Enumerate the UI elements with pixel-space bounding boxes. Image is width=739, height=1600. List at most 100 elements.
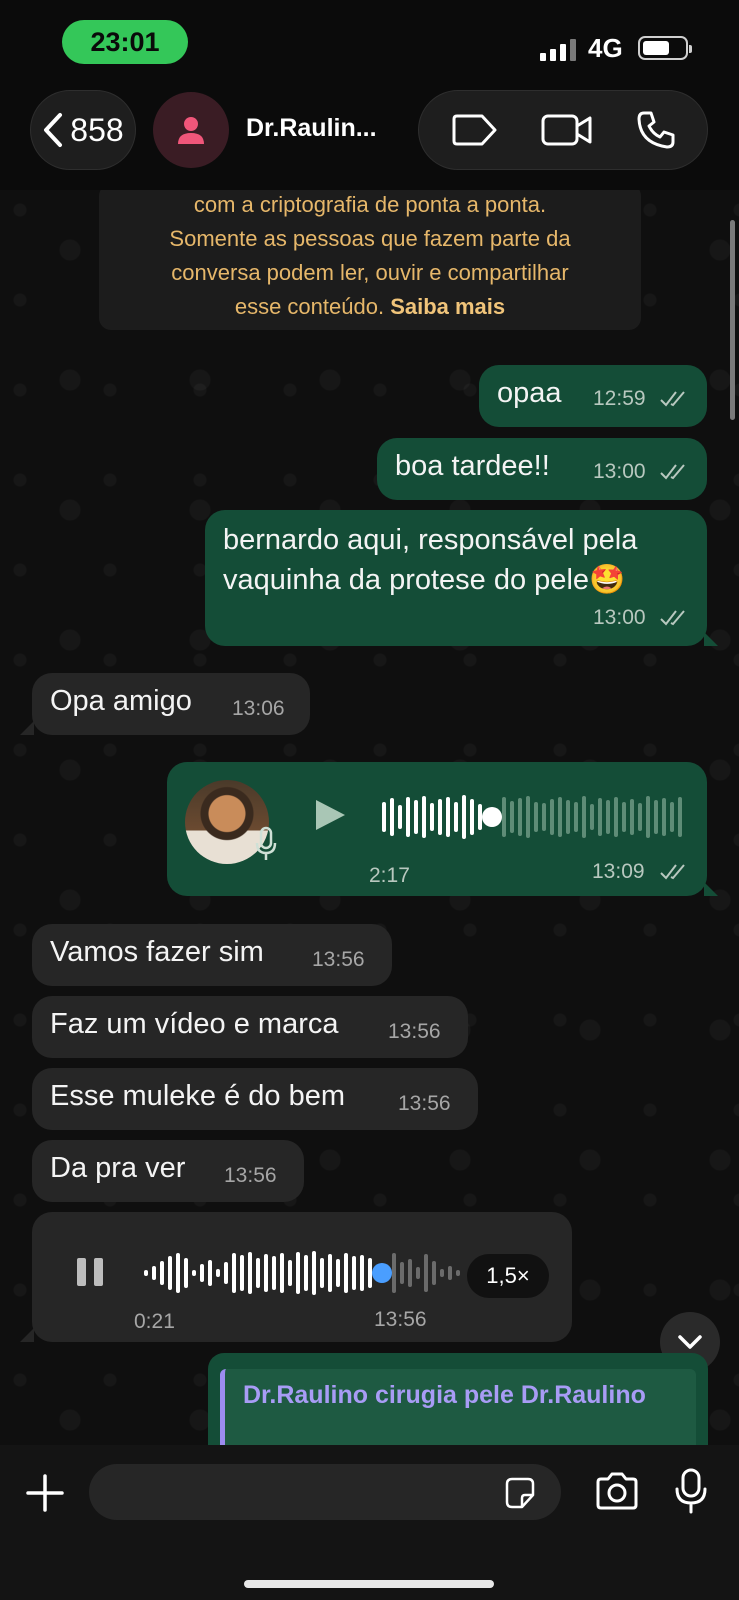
message-time: 13:56 <box>398 1092 451 1115</box>
message-bubble[interactable]: Da pra ver 13:56 <box>32 1140 304 1202</box>
waveform-bar <box>566 800 570 834</box>
voice-waveform[interactable] <box>144 1248 460 1298</box>
waveform-bar <box>280 1253 284 1293</box>
chat-area[interactable]: com a criptografia de ponta a ponta. Som… <box>0 190 739 1445</box>
waveform-bar <box>264 1254 268 1292</box>
playback-speed-button[interactable]: 1,5× <box>467 1254 549 1298</box>
waveform-bar <box>590 804 594 830</box>
camera-icon[interactable] <box>594 1471 640 1511</box>
contact-avatar[interactable] <box>153 92 229 168</box>
waveform-bar <box>168 1256 172 1290</box>
phone-call-icon[interactable] <box>636 110 676 150</box>
message-time: 13:56 <box>312 948 365 971</box>
contact-name[interactable]: Dr.Raulin... <box>246 114 377 143</box>
chevron-left-icon <box>44 113 63 147</box>
message-input[interactable] <box>89 1464 561 1520</box>
waveform-bar <box>360 1255 364 1291</box>
waveform-bar <box>432 1261 436 1285</box>
message-bubble[interactable]: Esse muleke é do bem 13:56 <box>32 1068 478 1130</box>
waveform-bar <box>446 797 450 837</box>
message-time: 12:59 <box>593 387 646 410</box>
waveform-bar <box>510 801 514 833</box>
home-indicator <box>244 1580 494 1588</box>
waveform-bar <box>574 802 578 832</box>
back-button[interactable]: 858 <box>30 90 136 170</box>
waveform-bar <box>518 798 522 836</box>
plus-icon[interactable] <box>25 1473 65 1513</box>
waveform-bar <box>550 799 554 835</box>
message-text: boa tardee!! <box>395 450 550 482</box>
play-icon[interactable] <box>312 797 348 833</box>
waveform-bar <box>542 803 546 831</box>
voice-duration: 2:17 <box>369 864 410 887</box>
header-actions <box>418 90 708 170</box>
waveform-bar <box>256 1258 260 1288</box>
waveform-bar <box>654 800 658 834</box>
message-bubble[interactable]: Vamos fazer sim 13:56 <box>32 924 392 986</box>
waveform-bar <box>152 1266 156 1280</box>
message-text: Esse muleke é do bem <box>50 1080 345 1112</box>
message-time: 13:06 <box>232 697 285 720</box>
playhead-dot[interactable] <box>482 807 502 827</box>
waveform-bar <box>558 797 562 837</box>
waveform-bar <box>440 1269 444 1277</box>
message-bubble[interactable]: boa tardee!! 13:00 <box>377 438 707 500</box>
waveform-bar <box>328 1254 332 1292</box>
voice-waveform[interactable] <box>382 792 682 842</box>
waveform-bar <box>184 1258 188 1288</box>
waveform-bar <box>598 798 602 836</box>
waveform-bar <box>248 1252 252 1294</box>
pause-icon[interactable] <box>75 1256 105 1288</box>
quoted-message[interactable]: Dr.Raulino cirugia pele Dr.Raulino <box>208 1353 708 1445</box>
message-text: Opa amigo <box>50 685 192 717</box>
voice-elapsed: 0:21 <box>134 1310 175 1333</box>
scrollbar[interactable] <box>730 220 735 420</box>
waveform-bar <box>208 1260 212 1286</box>
waveform-bar <box>392 1253 396 1293</box>
waveform-bar <box>416 1267 420 1279</box>
waveform-bar <box>502 797 506 837</box>
waveform-bar <box>216 1269 220 1277</box>
signal-icon <box>540 37 576 61</box>
waveform-bar <box>232 1253 236 1293</box>
voice-message[interactable]: 2:17 13:09 <box>167 762 707 896</box>
message-text: bernardo aqui, responsável pela vaquinha… <box>223 524 638 596</box>
message-time: 13:00 <box>593 460 646 483</box>
waveform-bar <box>526 796 530 838</box>
video-call-icon[interactable] <box>540 112 594 148</box>
read-ticks-icon <box>660 610 685 626</box>
waveform-bar <box>240 1255 244 1291</box>
waveform-bar <box>320 1258 324 1288</box>
waveform-bar <box>638 803 642 831</box>
message-bubble[interactable]: Opa amigo 13:06 <box>32 673 310 735</box>
message-time: 13:00 <box>593 606 646 629</box>
playhead-dot[interactable] <box>372 1263 392 1283</box>
waveform-bar <box>390 798 394 836</box>
waveform-bar <box>296 1252 300 1294</box>
message-bubble[interactable]: bernardo aqui, responsável pela vaquinha… <box>205 510 707 646</box>
label-tag-icon[interactable] <box>450 113 498 147</box>
read-ticks-icon <box>660 464 685 480</box>
microphone-icon[interactable] <box>674 1467 708 1515</box>
waveform-bar <box>470 799 474 835</box>
network-label: 4G <box>588 33 623 63</box>
waveform-bar <box>414 800 418 834</box>
waveform-bar <box>454 802 458 832</box>
encryption-notice[interactable]: com a criptografia de ponta a ponta. Som… <box>99 190 641 330</box>
waveform-bar <box>176 1253 180 1293</box>
message-bubble[interactable]: Faz um vídeo e marca 13:56 <box>32 996 468 1058</box>
quoted-author: Dr.Raulino cirugia pele Dr.Raulino <box>243 1381 646 1409</box>
waveform-bar <box>224 1262 228 1284</box>
bubble-tail <box>704 632 718 646</box>
read-ticks-icon <box>660 391 685 407</box>
waveform-bar <box>352 1256 356 1290</box>
chevron-down-icon <box>678 1335 702 1349</box>
learn-more-link[interactable]: Saiba mais <box>390 294 505 319</box>
message-bubble[interactable]: opaa 12:59 <box>479 365 707 427</box>
sticker-icon[interactable] <box>503 1476 537 1510</box>
message-time: 13:09 <box>592 860 645 883</box>
waveform-bar <box>662 798 666 836</box>
waveform-bar <box>456 1270 460 1276</box>
waveform-bar <box>336 1259 340 1287</box>
battery-icon <box>638 36 692 60</box>
